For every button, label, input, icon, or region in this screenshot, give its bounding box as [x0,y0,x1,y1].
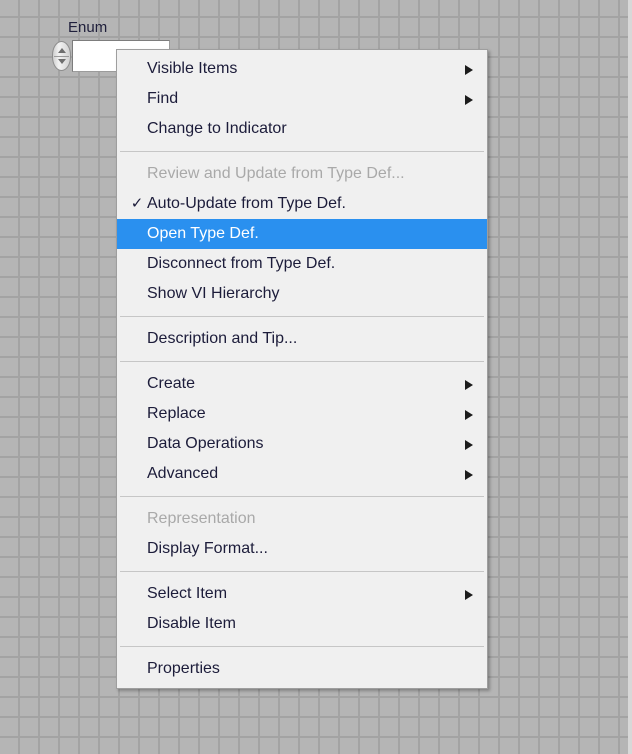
menu-item[interactable]: Create [117,369,487,399]
submenu-arrow-icon [465,410,473,420]
menu-item-label: Auto-Update from Type Def. [147,195,346,212]
menu-item[interactable]: Replace [117,399,487,429]
menu-item-label: Description and Tip... [147,330,298,347]
submenu-arrow-icon [465,380,473,390]
menu-item-label: Open Type Def. [147,225,259,242]
menu-item: Review and Update from Type Def... [117,159,487,189]
menu-item[interactable]: Show VI Hierarchy [117,279,487,309]
checkmark-icon: ✓ [130,195,144,212]
menu-item-label: Select Item [147,585,228,602]
menu-item[interactable]: Visible Items [117,54,487,84]
menu-separator [120,361,484,362]
menu-item[interactable]: Description and Tip... [117,324,487,354]
menu-item-label: Visible Items [147,60,238,77]
menu-item-label: Create [147,375,196,392]
menu-item-label: Data Operations [147,435,264,452]
menu-separator [120,646,484,647]
submenu-arrow-icon [465,440,473,450]
enum-increment-decrement[interactable] [52,41,71,71]
menu-separator [120,571,484,572]
menu-item-label: Properties [147,660,220,677]
submenu-arrow-icon [465,65,473,75]
menu-item-label: Advanced [147,465,219,482]
menu-separator [120,316,484,317]
menu-item[interactable]: Disable Item [117,609,487,639]
menu-item[interactable]: Display Format... [117,534,487,564]
menu-item[interactable]: Select Item [117,579,487,609]
incdec-divider [54,56,69,57]
menu-item[interactable]: Open Type Def. [117,219,487,249]
menu-item[interactable]: ✓ Auto-Update from Type Def. [117,189,487,219]
menu-item[interactable]: Advanced [117,459,487,489]
menu-item-label: Representation [147,510,256,527]
menu-item-label: Replace [147,405,206,422]
menu-item[interactable]: Change to Indicator [117,114,487,144]
menu-separator [120,496,484,497]
increment-arrow-icon[interactable] [58,48,66,53]
menu-item[interactable]: Properties [117,654,487,684]
menu-item-label: Disable Item [147,615,236,632]
menu-item[interactable]: Data Operations [117,429,487,459]
context-menu[interactable]: Visible Items Find Change to Indicator Revi… [116,49,488,689]
menu-separator [120,151,484,152]
menu-item-label: Review and Update from Type Def... [147,165,405,182]
menu-item-label: Disconnect from Type Def. [147,255,336,272]
menu-item: Representation [117,504,487,534]
submenu-arrow-icon [465,95,473,105]
menu-item-label: Show VI Hierarchy [147,285,280,302]
enum-label: Enum [68,19,108,36]
menu-item[interactable]: Find [117,84,487,114]
menu-item[interactable]: Disconnect from Type Def. [117,249,487,279]
submenu-arrow-icon [465,470,473,480]
decrement-arrow-icon[interactable] [58,59,66,64]
menu-item-label: Find [147,90,179,107]
menu-item-label: Change to Indicator [147,120,287,137]
submenu-arrow-icon [465,590,473,600]
menu-item-label: Display Format... [147,540,268,557]
